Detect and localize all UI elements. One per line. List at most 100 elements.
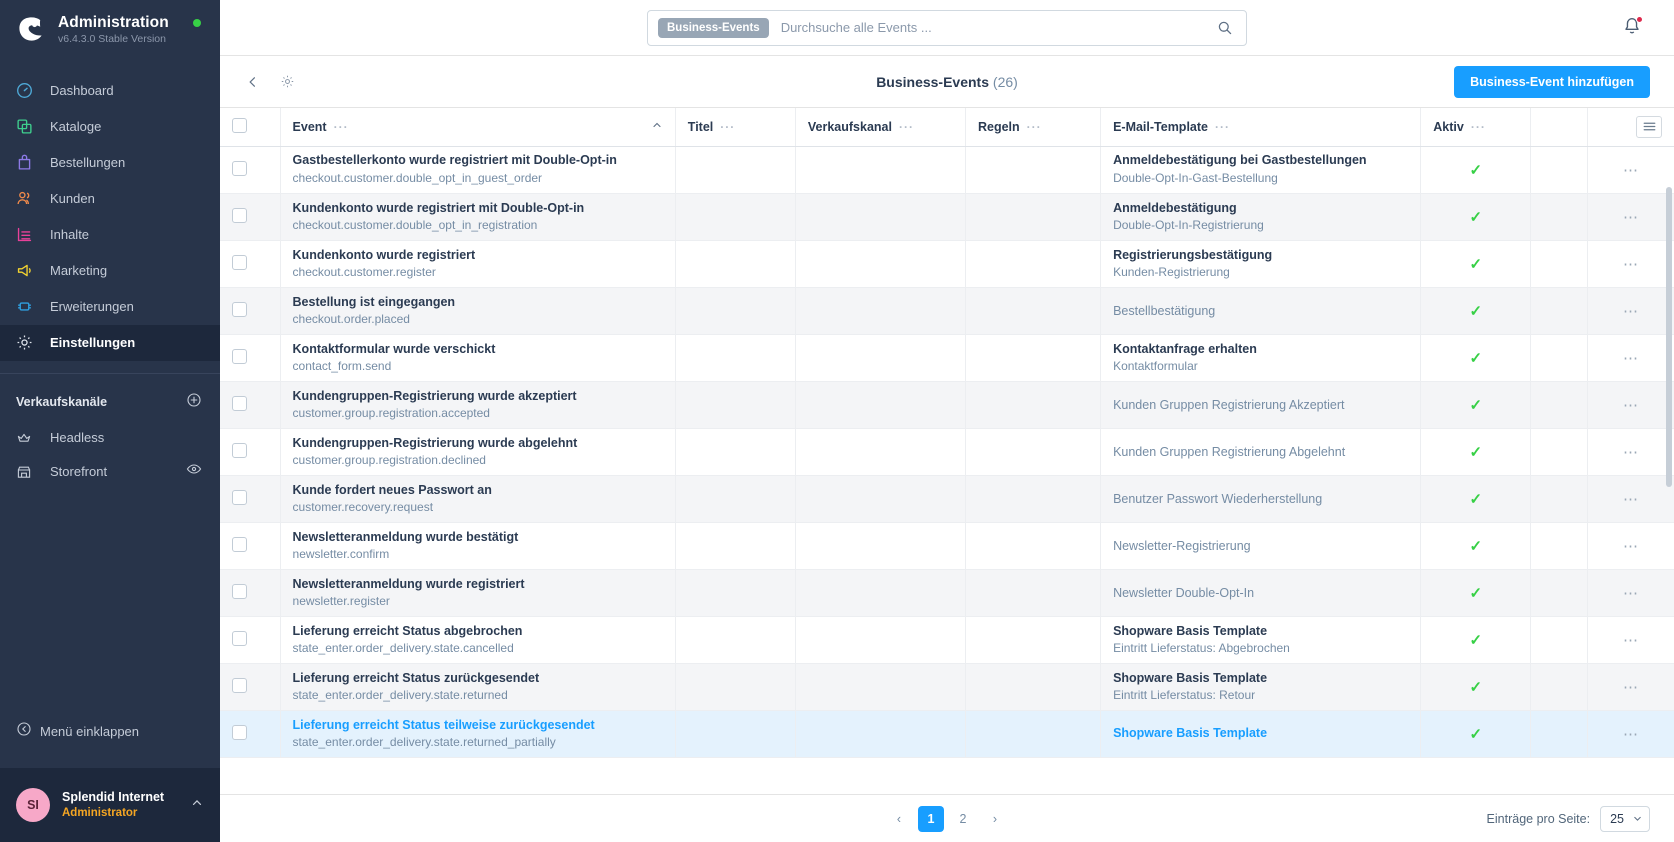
row-context-menu-icon[interactable]: ⋯ (1600, 584, 1662, 602)
grid-body-scroll[interactable]: Gastbestellerkonto wurde registriert mit… (220, 146, 1674, 795)
row-context-menu-icon[interactable]: ⋯ (1600, 678, 1662, 696)
cell-event[interactable]: Kontaktformular wurde verschickt contact_… (279, 334, 676, 382)
table-row[interactable]: Kontaktformular wurde verschickt contact_… (220, 334, 1674, 382)
cell-event[interactable]: Bestellung ist eingegangen checkout.order… (279, 287, 676, 335)
table-row[interactable]: Kundenkonto wurde registriert checkout.cu… (220, 240, 1674, 288)
row-context-menu-icon[interactable]: ⋯ (1600, 725, 1662, 743)
row-context-menu-icon[interactable]: ⋯ (1600, 255, 1662, 273)
column-email-template[interactable]: E-Mail-Template ··· (1100, 108, 1421, 147)
column-menu-icon[interactable]: ··· (1027, 120, 1042, 134)
table-row[interactable]: Lieferung erreicht Status teilweise zurü… (220, 710, 1674, 758)
settings-gear-icon[interactable] (278, 73, 296, 91)
sidebar-item-kataloge[interactable]: Kataloge (0, 109, 220, 145)
column-event[interactable]: Event ··· (279, 108, 676, 147)
cell-event[interactable]: Kundengruppen-Registrierung wurde abgele… (279, 428, 676, 476)
cell-event[interactable]: Kundenkonto wurde registriert mit Double… (279, 193, 676, 241)
sidebar-item-headless[interactable]: Headless (0, 421, 220, 455)
row-checkbox[interactable] (232, 584, 247, 599)
column-titel[interactable]: Titel ··· (674, 108, 796, 147)
sidebar-item-erweiterungen[interactable]: Erweiterungen (0, 289, 220, 325)
sidebar-item-inhalte[interactable]: Inhalte (0, 217, 220, 253)
table-row[interactable]: Kunde fordert neues Passwort an customer.… (220, 475, 1674, 523)
search-icon[interactable] (1214, 20, 1236, 36)
row-context-menu-icon[interactable]: ⋯ (1600, 349, 1662, 367)
sidebar-item-einstellungen[interactable]: Einstellungen (0, 324, 220, 361)
row-checkbox[interactable] (232, 490, 247, 505)
table-row[interactable]: Kundengruppen-Registrierung wurde akzept… (220, 381, 1674, 429)
row-checkbox[interactable] (232, 255, 247, 270)
row-checkbox[interactable] (232, 443, 247, 458)
column-verkaufskanal[interactable]: Verkaufskanal ··· (794, 108, 966, 147)
column-regeln[interactable]: Regeln ··· (964, 108, 1101, 147)
row-context-menu-icon[interactable]: ⋯ (1600, 302, 1662, 320)
scrollbar-thumb[interactable] (1666, 186, 1672, 487)
chevron-up-icon[interactable] (190, 796, 204, 815)
cell-event[interactable]: Lieferung erreicht Status abgebrochen sta… (279, 616, 676, 664)
table-row[interactable]: Newsletteranmeldung wurde registriert new… (220, 569, 1674, 617)
cell-event[interactable]: Kunde fordert neues Passwort an customer.… (279, 475, 676, 523)
row-checkbox[interactable] (232, 302, 247, 317)
cell-event[interactable]: Lieferung erreicht Status teilweise zurü… (279, 710, 676, 758)
column-menu-icon[interactable]: ··· (334, 120, 349, 134)
column-menu-icon[interactable]: ··· (720, 120, 735, 134)
table-row[interactable]: Kundengruppen-Registrierung wurde abgele… (220, 428, 1674, 476)
cell-event[interactable]: Newsletteranmeldung wurde registriert new… (279, 569, 676, 617)
cell-event[interactable]: Kundengruppen-Registrierung wurde akzept… (279, 381, 676, 429)
row-checkbox[interactable] (232, 208, 247, 223)
back-button[interactable] (244, 73, 262, 91)
row-checkbox[interactable] (232, 160, 247, 176)
table-row[interactable]: Newsletteranmeldung wurde bestätigt newsl… (220, 522, 1674, 570)
table-row[interactable]: Lieferung erreicht Status abgebrochen sta… (220, 616, 1674, 664)
add-sales-channel-icon[interactable] (186, 392, 202, 413)
row-checkbox[interactable] (232, 537, 247, 552)
search-input[interactable] (780, 20, 1214, 35)
add-business-event-button[interactable]: Business-Event hinzufügen (1454, 65, 1650, 98)
sidebar-item-marketing[interactable]: Marketing (0, 253, 220, 289)
row-context-menu-icon[interactable]: ⋯ (1600, 631, 1662, 649)
sidebar-item-kunden[interactable]: Kunden (0, 181, 220, 217)
cell-event[interactable]: Lieferung erreicht Status zurückgesendet… (279, 663, 676, 711)
preview-eye-icon[interactable] (186, 461, 202, 482)
search-scope-tag[interactable]: Business-Events (658, 17, 769, 38)
cell-event[interactable]: Newsletteranmeldung wurde bestätigt newsl… (279, 522, 676, 570)
sidebar-item-bestellungen[interactable]: Bestellungen (0, 145, 220, 181)
table-row[interactable]: Gastbestellerkonto wurde registriert mit… (220, 146, 1674, 194)
row-context-menu-icon[interactable]: ⋯ (1600, 396, 1662, 414)
row-checkbox[interactable] (232, 631, 247, 646)
sidebar-item-storefront[interactable]: Storefront (0, 455, 220, 489)
pagination-next-button[interactable]: › (982, 806, 1008, 832)
event-key: checkout.order.placed (292, 312, 410, 327)
cell-verkaufskanal (794, 381, 966, 429)
table-row[interactable]: Lieferung erreicht Status zurückgesendet… (220, 663, 1674, 711)
column-menu-icon[interactable]: ··· (899, 120, 914, 134)
vertical-scrollbar[interactable] (1666, 186, 1672, 795)
row-context-menu-icon[interactable]: ⋯ (1600, 208, 1662, 226)
row-checkbox[interactable] (232, 725, 247, 740)
pagination-prev-button[interactable]: ‹ (886, 806, 912, 832)
column-menu-icon[interactable]: ··· (1471, 120, 1486, 134)
row-checkbox[interactable] (232, 678, 247, 693)
notifications-button[interactable] (1622, 16, 1643, 41)
sort-asc-icon[interactable] (651, 119, 663, 134)
row-context-menu-icon[interactable]: ⋯ (1600, 161, 1662, 179)
row-context-menu-icon[interactable]: ⋯ (1600, 490, 1662, 508)
pagination-page-2[interactable]: 2 (950, 806, 976, 832)
row-checkbox[interactable] (232, 396, 247, 411)
collapse-menu-button[interactable]: Menü einklappen (0, 714, 220, 748)
cell-event[interactable]: Gastbestellerkonto wurde registriert mit… (279, 146, 676, 194)
row-checkbox[interactable] (232, 349, 247, 364)
row-context-menu-icon[interactable]: ⋯ (1600, 443, 1662, 461)
grid-settings-button[interactable] (1636, 115, 1662, 138)
sidebar-item-dashboard[interactable]: Dashboard (0, 73, 220, 109)
column-menu-icon[interactable]: ··· (1215, 120, 1230, 134)
pagination-page-1[interactable]: 1 (918, 805, 944, 832)
column-aktiv[interactable]: Aktiv ··· (1420, 108, 1531, 147)
table-row[interactable]: Kundenkonto wurde registriert mit Double… (220, 193, 1674, 241)
select-all-checkbox[interactable] (232, 117, 247, 133)
cell-event[interactable]: Kundenkonto wurde registriert checkout.cu… (279, 240, 676, 288)
user-account-bar[interactable]: SI Splendid Internet Administrator (0, 768, 220, 842)
row-context-menu-icon[interactable]: ⋯ (1600, 537, 1662, 555)
per-page-select[interactable]: 25 (1600, 805, 1650, 832)
table-row[interactable]: Bestellung ist eingegangen checkout.order… (220, 287, 1674, 335)
search-box[interactable]: Business-Events (647, 9, 1247, 46)
